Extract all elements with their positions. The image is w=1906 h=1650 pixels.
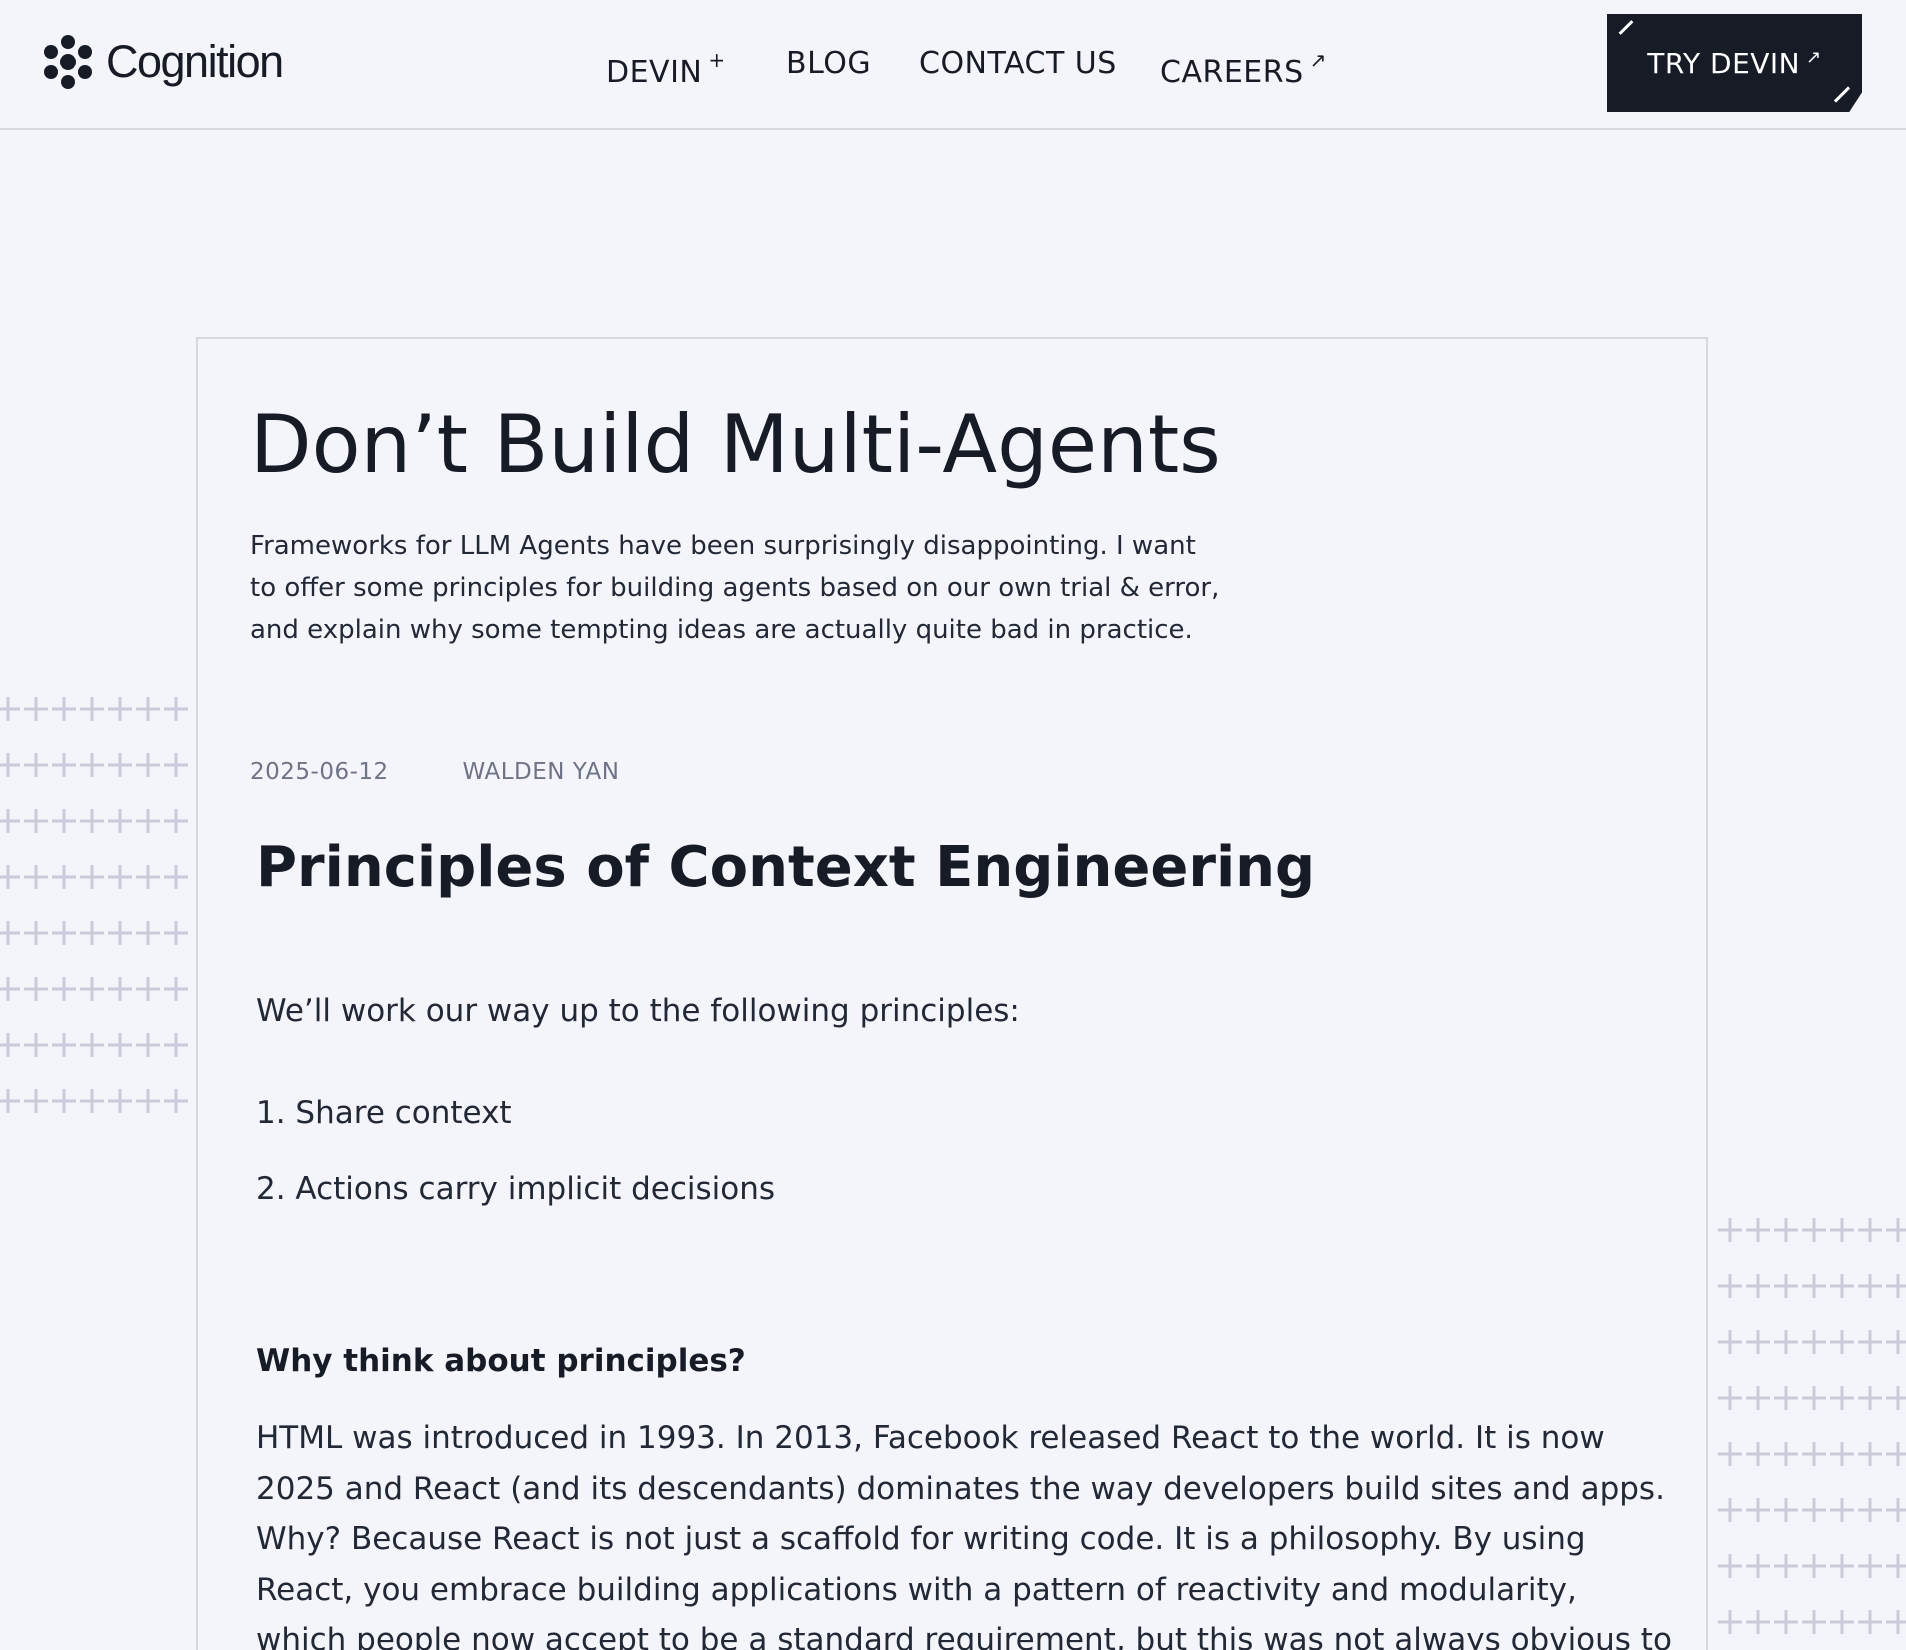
nav-careers[interactable]: CAREERS ↗	[1160, 44, 1327, 93]
logo-text: Cognition	[106, 36, 284, 87]
try-devin-label: TRY DEVIN	[1647, 46, 1801, 80]
nav-contact-us[interactable]: CONTACT US	[919, 44, 1117, 84]
nav-devin-label: DEVIN	[606, 55, 703, 90]
article-date: 2025-06-12	[250, 759, 389, 785]
nav-contact-us-label: CONTACT US	[919, 46, 1117, 81]
section-heading: Principles of Context Engineering	[256, 835, 1316, 900]
nav-blog[interactable]: BLOG	[786, 44, 871, 84]
article-subtitle: Frameworks for LLM Agents have been surp…	[250, 531, 1220, 645]
logo-link[interactable]: Cognition	[42, 34, 284, 90]
list-item: 2. Actions carry implicit decisions	[256, 1171, 776, 1207]
body-paragraph: HTML was introduced in 1993. In 2013, Fa…	[256, 1420, 1672, 1650]
article-author: WALDEN YAN	[462, 759, 620, 785]
article-card: Don’t Build Multi-Agents Frameworks for …	[196, 337, 1708, 1650]
principles-list: 1. Share context 2. Actions carry implic…	[256, 1091, 775, 1243]
subheading: Why think about principles?	[256, 1343, 746, 1379]
site-header: Cognition DEVIN + BLOG CONTACT US CAREERS…	[0, 0, 1906, 130]
cognition-logo-icon	[44, 35, 92, 89]
nav-blog-label: BLOG	[786, 46, 872, 81]
external-arrow-icon: ↗	[1309, 48, 1327, 72]
external-arrow-icon: ↗	[1806, 46, 1822, 68]
corner-slash-icon	[1618, 20, 1634, 35]
nav-devin[interactable]: DEVIN +	[606, 44, 726, 93]
try-devin-button[interactable]: TRY DEVIN ↗	[1607, 14, 1862, 112]
cross-pattern-decoration	[0, 697, 188, 1113]
intro-paragraph: We’ll work our way up to the following p…	[256, 993, 1020, 1029]
page: Cognition DEVIN + BLOG CONTACT US CAREERS…	[0, 0, 1906, 1650]
nav-careers-label: CAREERS	[1160, 55, 1304, 90]
article-meta: 2025-06-12 WALDEN YAN	[250, 759, 619, 785]
list-item: 1. Share context	[256, 1095, 512, 1131]
article-title: Don’t Build Multi-Agents	[250, 398, 1221, 491]
cross-pattern-decoration	[1718, 1218, 1906, 1634]
plus-icon: +	[708, 48, 726, 72]
corner-slash-icon	[1833, 86, 1851, 103]
